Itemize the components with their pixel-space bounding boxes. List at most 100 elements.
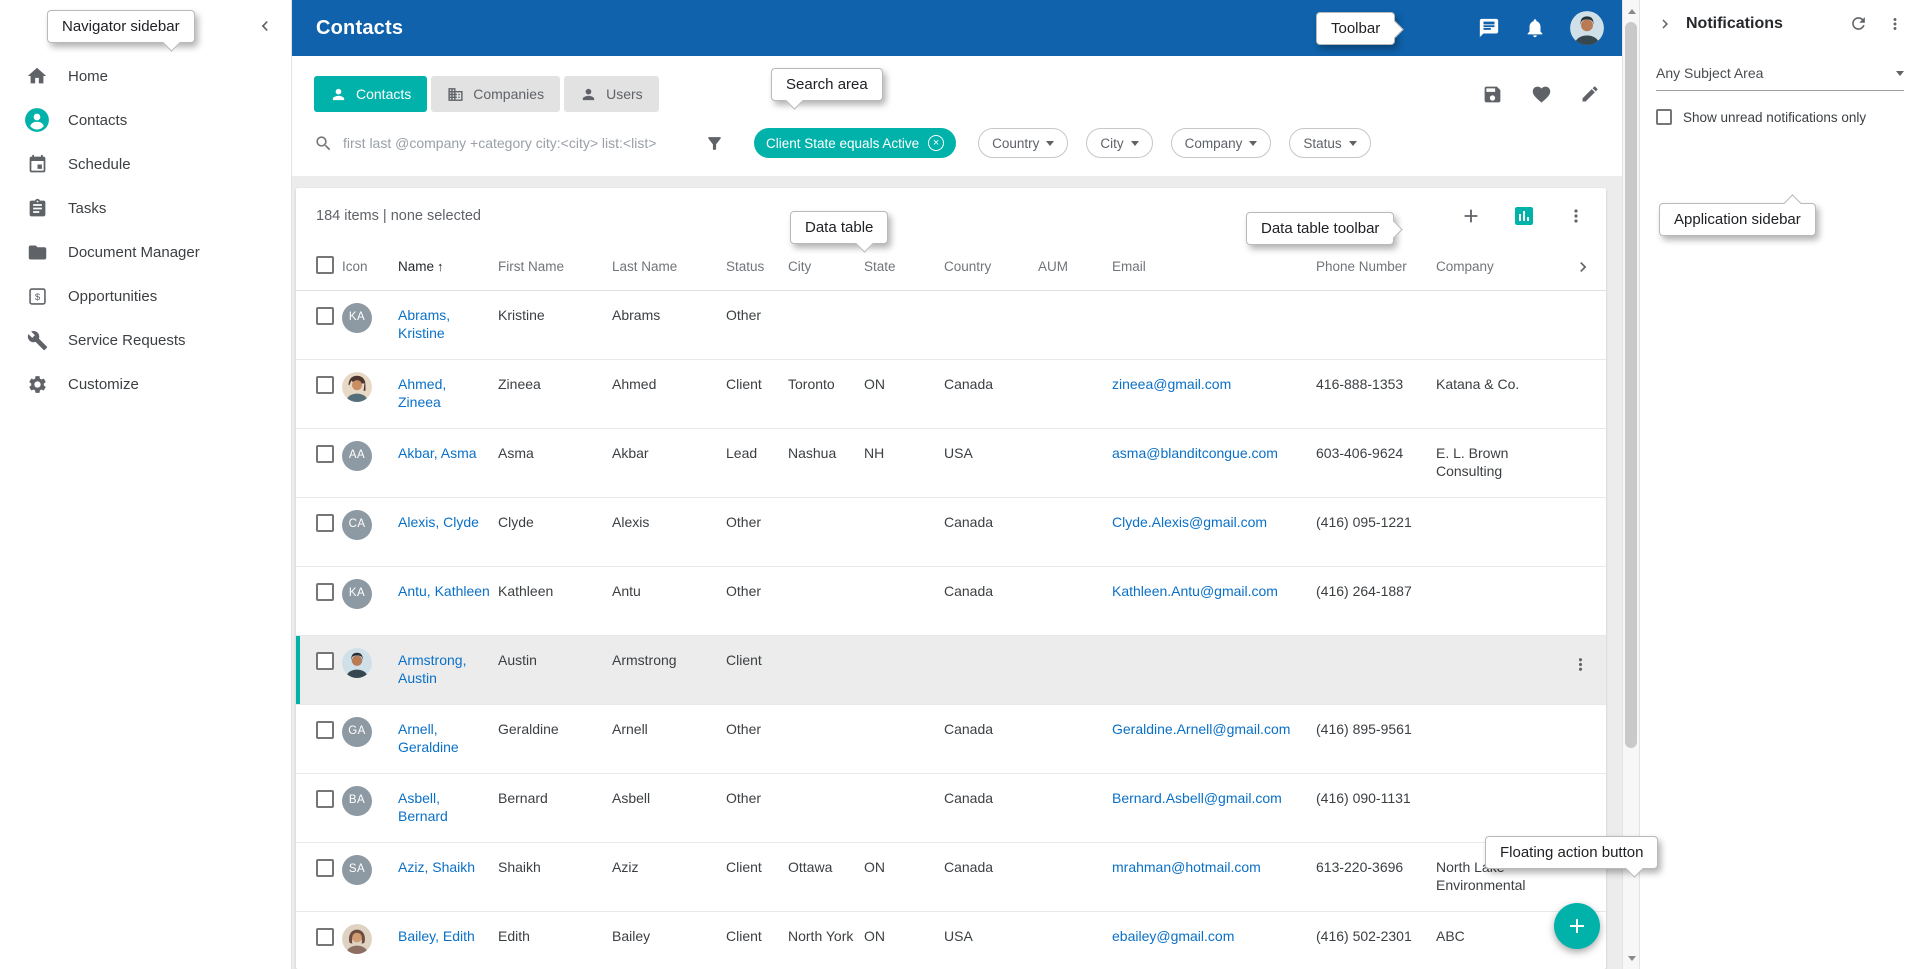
select-all-checkbox[interactable] bbox=[316, 256, 334, 274]
table-menu-button[interactable] bbox=[1566, 206, 1586, 226]
row-checkbox[interactable] bbox=[316, 721, 334, 739]
table-row[interactable]: BA Asbell, Bernard Bernard Asbell Other … bbox=[296, 773, 1606, 842]
row-checkbox[interactable] bbox=[316, 376, 334, 394]
row-checkbox[interactable] bbox=[316, 928, 334, 946]
column-header-state[interactable]: State bbox=[864, 244, 944, 290]
contact-name-link[interactable]: Akbar, Asma bbox=[398, 445, 477, 461]
cell-email-link[interactable]: Clyde.Alexis@gmail.com bbox=[1112, 514, 1267, 530]
table-row[interactable]: KA Abrams, Kristine Kristine Abrams Othe… bbox=[296, 290, 1606, 359]
tab-companies[interactable]: Companies bbox=[431, 76, 560, 112]
column-header-country[interactable]: Country bbox=[944, 244, 1038, 290]
cell-email-link[interactable]: asma@blanditcongue.com bbox=[1112, 445, 1278, 461]
cell-email-link[interactable]: zineea@gmail.com bbox=[1112, 376, 1231, 392]
sidebar-item-label: Opportunities bbox=[68, 288, 157, 305]
sidebar-item-tasks[interactable]: Tasks bbox=[0, 186, 291, 230]
row-menu-icon[interactable] bbox=[1571, 655, 1590, 674]
row-checkbox[interactable] bbox=[316, 652, 334, 670]
table-row[interactable]: KA Antu, Kathleen Kathleen Antu Other Ca… bbox=[296, 566, 1606, 635]
table-row[interactable]: AA Akbar, Asma Asma Akbar Lead Nashua NH… bbox=[296, 428, 1606, 497]
row-checkbox[interactable] bbox=[316, 583, 334, 601]
table-row[interactable]: Bailey, Edith Edith Bailey Client North … bbox=[296, 911, 1606, 969]
sidebar-item-customize[interactable]: Customize bbox=[0, 362, 291, 406]
contact-name-link[interactable]: Asbell, Bernard bbox=[398, 790, 448, 824]
sidebar-item-document-manager[interactable]: Document Manager bbox=[0, 230, 291, 274]
search-input[interactable] bbox=[343, 135, 691, 151]
contact-name-link[interactable]: Bailey, Edith bbox=[398, 928, 475, 944]
table-row[interactable]: Armstrong, Austin Austin Armstrong Clien… bbox=[296, 635, 1606, 704]
cell-status: Client bbox=[726, 842, 788, 911]
collapse-navigator-icon[interactable] bbox=[255, 16, 275, 36]
column-header-city[interactable]: City bbox=[788, 244, 864, 290]
sidebar-item-contacts[interactable]: Contacts bbox=[0, 98, 291, 142]
sidebar-item-opportunities[interactable]: $ Opportunities bbox=[0, 274, 291, 318]
user-avatar[interactable] bbox=[1570, 11, 1604, 45]
refresh-icon[interactable] bbox=[1849, 14, 1868, 33]
cell-last-name: Ahmed bbox=[612, 359, 726, 428]
city-filter-dropdown[interactable]: City bbox=[1086, 128, 1152, 158]
favorite-icon[interactable] bbox=[1531, 84, 1552, 105]
chart-view-button[interactable] bbox=[1512, 204, 1536, 228]
application-sidebar: Notifications Any Subject Area Show unre… bbox=[1640, 0, 1920, 969]
add-record-button[interactable] bbox=[1460, 205, 1482, 227]
column-header-email[interactable]: Email bbox=[1112, 244, 1316, 290]
tab-contacts[interactable]: Contacts bbox=[314, 76, 427, 112]
scroll-down-arrow[interactable] bbox=[1623, 949, 1641, 967]
contact-name-link[interactable]: Arnell, Geraldine bbox=[398, 721, 459, 755]
column-header-aum[interactable]: AUM bbox=[1038, 244, 1112, 290]
contact-name-link[interactable]: Alexis, Clyde bbox=[398, 514, 479, 530]
column-header-status[interactable]: Status bbox=[726, 244, 788, 290]
cell-email-link[interactable]: Kathleen.Antu@gmail.com bbox=[1112, 583, 1278, 599]
table-row[interactable]: Ahmed, Zineea Zineea Ahmed Client Toront… bbox=[296, 359, 1606, 428]
contact-name-link[interactable]: Armstrong, Austin bbox=[398, 652, 466, 686]
sidebar-menu-icon[interactable] bbox=[1886, 15, 1904, 33]
column-header-phone[interactable]: Phone Number bbox=[1316, 244, 1436, 290]
scroll-columns-right-icon[interactable] bbox=[1568, 257, 1598, 277]
contact-name-link[interactable]: Aziz, Shaikh bbox=[398, 859, 475, 875]
row-checkbox[interactable] bbox=[316, 445, 334, 463]
column-header-first-name[interactable]: First Name bbox=[498, 244, 612, 290]
cell-email-link[interactable]: Bernard.Asbell@gmail.com bbox=[1112, 790, 1282, 806]
unread-filter[interactable]: Show unread notifications only bbox=[1656, 109, 1904, 125]
cell-email-link[interactable]: Geraldine.Arnell@gmail.com bbox=[1112, 721, 1290, 737]
subject-area-select[interactable]: Any Subject Area bbox=[1656, 65, 1904, 91]
cell-email-link[interactable]: mrahman@hotmail.com bbox=[1112, 859, 1261, 875]
filter-funnel-icon[interactable] bbox=[705, 134, 724, 153]
row-checkbox[interactable] bbox=[316, 307, 334, 325]
scroll-up-arrow[interactable] bbox=[1623, 2, 1641, 20]
status-filter-dropdown[interactable]: Status bbox=[1289, 128, 1370, 158]
contact-name-link[interactable]: Abrams, Kristine bbox=[398, 307, 450, 341]
chat-icon[interactable] bbox=[1478, 17, 1500, 39]
row-checkbox[interactable] bbox=[316, 790, 334, 808]
contact-name-link[interactable]: Antu, Kathleen bbox=[398, 583, 490, 599]
contact-name-link[interactable]: Ahmed, Zineea bbox=[398, 376, 446, 410]
cell-last-name: Arnell bbox=[612, 704, 726, 773]
save-search-icon[interactable] bbox=[1482, 84, 1503, 105]
remove-chip-icon[interactable]: × bbox=[928, 135, 944, 151]
tab-users[interactable]: Users bbox=[564, 76, 659, 112]
app-root: Home Contacts Schedule T bbox=[0, 0, 1920, 969]
company-filter-dropdown[interactable]: Company bbox=[1171, 128, 1272, 158]
vertical-scrollbar[interactable] bbox=[1622, 0, 1640, 969]
table-row[interactable]: SA Aziz, Shaikh Shaikh Aziz Client Ottaw… bbox=[296, 842, 1606, 911]
row-checkbox[interactable] bbox=[316, 859, 334, 877]
country-filter-dropdown[interactable]: Country bbox=[978, 128, 1068, 158]
scrollbar-thumb[interactable] bbox=[1625, 22, 1637, 748]
table-row[interactable]: CA Alexis, Clyde Clyde Alexis Other Cana… bbox=[296, 497, 1606, 566]
cell-company bbox=[1436, 290, 1568, 359]
column-header-name[interactable]: Name↑ bbox=[398, 244, 498, 290]
sidebar-item-schedule[interactable]: Schedule bbox=[0, 142, 291, 186]
notifications-bell-icon[interactable] bbox=[1524, 17, 1546, 39]
unread-checkbox[interactable] bbox=[1656, 109, 1672, 125]
sidebar-item-service-requests[interactable]: Service Requests bbox=[0, 318, 291, 362]
expand-sidebar-icon[interactable] bbox=[1656, 15, 1674, 33]
edit-search-icon[interactable] bbox=[1580, 84, 1600, 104]
column-header-last-name[interactable]: Last Name bbox=[612, 244, 726, 290]
floating-action-button[interactable] bbox=[1554, 903, 1600, 949]
sidebar-item-home[interactable]: Home bbox=[0, 54, 291, 98]
filter-chip[interactable]: Client State equals Active × bbox=[754, 128, 956, 158]
column-header-icon[interactable]: Icon bbox=[342, 244, 398, 290]
table-row[interactable]: GA Arnell, Geraldine Geraldine Arnell Ot… bbox=[296, 704, 1606, 773]
row-checkbox[interactable] bbox=[316, 514, 334, 532]
column-header-company[interactable]: Company bbox=[1436, 244, 1568, 290]
cell-email-link[interactable]: ebailey@gmail.com bbox=[1112, 928, 1234, 944]
